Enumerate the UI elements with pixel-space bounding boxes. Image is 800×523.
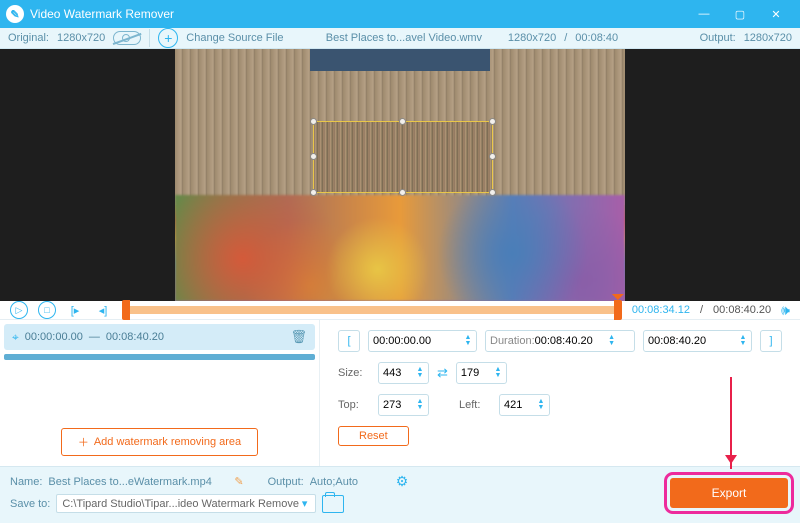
- resize-handle[interactable]: [489, 189, 496, 196]
- output-name-field[interactable]: [48, 476, 228, 488]
- resize-handle[interactable]: [310, 118, 317, 125]
- resize-handle[interactable]: [489, 118, 496, 125]
- segments-panel: ⌖ 00:00:00.00 — 00:08:40.20 🗑 ＋ Add wate…: [0, 320, 320, 466]
- preview-toggle-icon[interactable]: [113, 31, 141, 45]
- set-start-button[interactable]: [: [338, 330, 360, 352]
- titlebar: ✎ Video Watermark Remover — ▢ ✕: [0, 0, 800, 28]
- bottom-bar: Name: ✎ Output: ⚙ Save to: ▾ Export: [0, 466, 800, 523]
- current-time: 00:08:34.12: [632, 304, 690, 316]
- output-format-label: Output:: [268, 476, 304, 488]
- plus-icon: ＋: [78, 434, 89, 450]
- output-settings-icon[interactable]: ⚙: [396, 473, 409, 490]
- segment-bar[interactable]: [4, 354, 315, 360]
- change-source-icon[interactable]: +: [158, 28, 178, 48]
- top-label: Top:: [338, 399, 370, 411]
- output-label: Output:: [700, 32, 736, 44]
- resize-handle[interactable]: [399, 118, 406, 125]
- top-field[interactable]: ▲▼: [378, 394, 429, 416]
- source-duration: 00:08:40: [575, 32, 618, 44]
- close-button[interactable]: ✕: [758, 0, 794, 28]
- properties-panel: [ ▲▼ Duration:▲▼ ▲▼ ] Size: ▲▼ ⇄ ▲▼ Top:…: [320, 320, 800, 466]
- browse-folder-icon[interactable]: [322, 495, 344, 513]
- mark-in-button[interactable]: [▸: [66, 301, 84, 319]
- source-resolution: 1280x720: [508, 32, 556, 44]
- add-watermark-area-button[interactable]: ＋ Add watermark removing area: [61, 428, 258, 456]
- range-end-field[interactable]: ▲▼: [643, 330, 752, 352]
- original-label: Original:: [8, 32, 49, 44]
- path-dropdown-icon[interactable]: ▾: [299, 497, 311, 510]
- original-resolution: 1280x720: [57, 32, 105, 44]
- output-resolution: 1280x720: [744, 32, 792, 44]
- resize-handle[interactable]: [399, 189, 406, 196]
- height-field[interactable]: ▲▼: [456, 362, 507, 384]
- width-field[interactable]: ▲▼: [378, 362, 429, 384]
- segment-end: 00:08:40.20: [106, 331, 164, 343]
- left-label: Left:: [459, 399, 491, 411]
- name-label: Name:: [10, 476, 42, 488]
- play-button[interactable]: ▷: [10, 301, 28, 319]
- mid-panel: ⌖ 00:00:00.00 — 00:08:40.20 🗑 ＋ Add wate…: [0, 320, 800, 466]
- edit-name-icon[interactable]: ✎: [234, 475, 243, 488]
- app-title: Video Watermark Remover: [30, 7, 686, 21]
- stop-button[interactable]: □: [38, 301, 56, 319]
- export-button[interactable]: Export: [670, 478, 788, 508]
- resize-handle[interactable]: [310, 153, 317, 160]
- reset-button[interactable]: Reset: [338, 426, 409, 446]
- step-down-icon[interactable]: ▼: [464, 341, 472, 347]
- segment-start: 00:00:00.00: [25, 331, 83, 343]
- video-preview[interactable]: [0, 49, 800, 301]
- resize-handle[interactable]: [489, 153, 496, 160]
- save-path-field[interactable]: ▾: [56, 494, 316, 513]
- toolbar: Original: 1280x720 + Change Source File …: [0, 28, 800, 49]
- segment-item[interactable]: ⌖ 00:00:00.00 — 00:08:40.20 🗑: [4, 324, 315, 350]
- change-source-button[interactable]: Change Source File: [186, 32, 283, 44]
- volume-icon[interactable]: 🕪: [781, 302, 790, 319]
- video-frame: [175, 49, 625, 301]
- minimize-button[interactable]: —: [686, 0, 722, 28]
- left-field[interactable]: ▲▼: [499, 394, 550, 416]
- save-to-label: Save to:: [10, 498, 50, 510]
- watermark-selection[interactable]: [313, 121, 493, 193]
- range-end-handle[interactable]: [614, 300, 622, 320]
- mark-out-button[interactable]: ◂]: [94, 301, 112, 319]
- source-filename: Best Places to...avel Video.wmv: [326, 32, 482, 44]
- app-logo-icon: ✎: [6, 5, 24, 23]
- timeline-scrubber[interactable]: [122, 306, 622, 314]
- aspect-lock-icon[interactable]: ⇄: [437, 365, 448, 381]
- size-label: Size:: [338, 367, 370, 379]
- delete-segment-icon[interactable]: 🗑: [290, 329, 307, 345]
- output-format-field[interactable]: [310, 476, 390, 488]
- resize-handle[interactable]: [310, 189, 317, 196]
- range-start-handle[interactable]: [122, 300, 130, 320]
- maximize-button[interactable]: ▢: [722, 0, 758, 28]
- total-time: 00:08:40.20: [713, 304, 771, 316]
- segment-icon: ⌖: [12, 330, 19, 345]
- range-duration-field[interactable]: Duration:▲▼: [485, 330, 635, 352]
- transport-bar: ▷ □ [▸ ◂] 00:08:34.12/00:08:40.20 🕪: [0, 301, 800, 320]
- range-start-field[interactable]: ▲▼: [368, 330, 477, 352]
- set-end-button[interactable]: ]: [760, 330, 782, 352]
